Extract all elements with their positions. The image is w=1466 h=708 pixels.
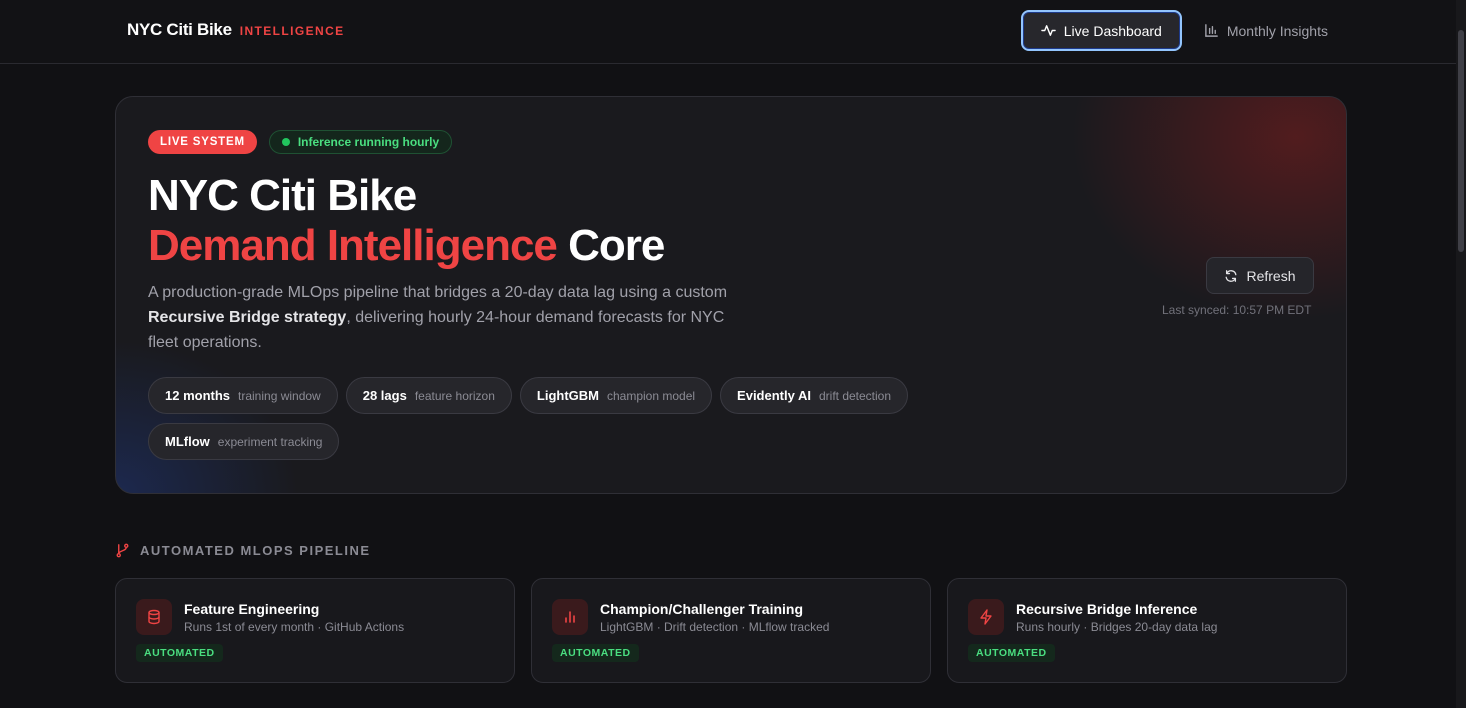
card-icon-box bbox=[968, 599, 1004, 635]
git-branch-icon bbox=[116, 543, 129, 558]
pipeline-heading-text: AUTOMATED MLOPS PIPELINE bbox=[140, 543, 371, 558]
nav-monthly-insights[interactable]: Monthly Insights bbox=[1186, 10, 1346, 51]
chip-caption: training window bbox=[238, 388, 321, 403]
brand-logo[interactable]: NYC Citi Bike INTELLIGENCE bbox=[127, 20, 345, 40]
chip-feature-horizon: 28 lags feature horizon bbox=[345, 377, 512, 414]
chip-caption: drift detection bbox=[818, 388, 892, 403]
hero-title-end: Core bbox=[568, 221, 665, 270]
pipeline-card-feature-engineering[interactable]: Feature Engineering Runs 1st of every mo… bbox=[115, 578, 515, 683]
card-subtitle: Runs 1st of every month · GitHub Actions bbox=[184, 620, 405, 634]
automated-badge: AUTOMATED bbox=[552, 644, 639, 662]
last-synced-text: Last synced: 10:57 PM EDT bbox=[1162, 303, 1312, 317]
nav-live-dashboard-label: Live Dashboard bbox=[1063, 22, 1162, 39]
hero-badges: LIVE SYSTEM Inference running hourly bbox=[148, 130, 453, 154]
card-icon-box bbox=[136, 599, 172, 635]
status-dot-icon bbox=[281, 138, 290, 146]
inference-status-text: Inference running hourly bbox=[297, 135, 440, 149]
chip-caption: experiment tracking bbox=[217, 434, 323, 449]
hero-title-accent: Demand Intelligence bbox=[148, 221, 558, 270]
bar-chart-icon bbox=[565, 611, 575, 623]
automated-badge: AUTOMATED bbox=[136, 644, 223, 662]
chip-experiment-tracking: MLflow experiment tracking bbox=[148, 423, 340, 460]
scrollbar-thumb[interactable] bbox=[1458, 30, 1464, 252]
hero-panel: LIVE SYSTEM Inference running hourly NYC… bbox=[115, 96, 1347, 494]
live-system-badge: LIVE SYSTEM bbox=[148, 130, 257, 154]
chip-value: LightGBM bbox=[536, 388, 599, 403]
pipeline-card-inference[interactable]: Recursive Bridge Inference Runs hourly ·… bbox=[947, 578, 1347, 683]
stat-chips: 12 months training window 28 lags featur… bbox=[148, 377, 968, 460]
automated-badge: AUTOMATED bbox=[968, 644, 1055, 662]
brand-name: NYC Citi Bike bbox=[127, 20, 232, 39]
lightning-icon bbox=[980, 609, 992, 625]
main-nav: Live Dashboard Monthly Insights bbox=[1020, 10, 1346, 51]
refresh-label: Refresh bbox=[1246, 267, 1296, 284]
card-title: Champion/Challenger Training bbox=[600, 601, 804, 617]
chip-value: Evidently AI bbox=[737, 388, 811, 403]
chip-value: MLflow bbox=[165, 434, 210, 449]
chip-value: 12 months bbox=[165, 388, 231, 403]
top-navbar: NYC Citi Bike INTELLIGENCE Live Dashboar… bbox=[0, 0, 1466, 64]
card-title: Feature Engineering bbox=[184, 601, 320, 617]
card-subtitle: LightGBM · Drift detection · MLflow trac… bbox=[600, 620, 830, 634]
refresh-button[interactable]: Refresh bbox=[1206, 257, 1314, 294]
chip-caption: feature horizon bbox=[414, 388, 495, 403]
hero-title-line1: NYC Citi Bike bbox=[148, 171, 417, 220]
pipeline-card-training[interactable]: Champion/Challenger Training LightGBM · … bbox=[531, 578, 931, 683]
nav-live-dashboard[interactable]: Live Dashboard bbox=[1020, 10, 1182, 51]
page-scrollbar[interactable] bbox=[1456, 0, 1466, 708]
card-title: Recursive Bridge Inference bbox=[1016, 601, 1198, 617]
hero-desc-part1: A production-grade MLOps pipeline that b… bbox=[148, 284, 728, 301]
pipeline-section-heading: AUTOMATED MLOPS PIPELINE bbox=[115, 543, 371, 558]
hero-desc-bold: Recursive Bridge strategy bbox=[148, 309, 347, 326]
chip-drift-detection: Evidently AI drift detection bbox=[720, 377, 909, 414]
database-icon bbox=[148, 609, 160, 625]
hero-description: A production-grade MLOps pipeline that b… bbox=[148, 280, 738, 355]
nav-monthly-insights-label: Monthly Insights bbox=[1226, 22, 1328, 39]
inference-status-badge: Inference running hourly bbox=[268, 130, 453, 154]
refresh-icon bbox=[1226, 269, 1237, 282]
activity-icon bbox=[1041, 25, 1056, 36]
chip-value: 28 lags bbox=[362, 388, 407, 403]
bar-chart-icon bbox=[1205, 24, 1218, 37]
hero-title: NYC Citi Bike Demand Intelligence Core bbox=[148, 171, 665, 271]
chip-training-window: 12 months training window bbox=[148, 377, 338, 414]
chip-caption: champion model bbox=[606, 388, 696, 403]
chip-champion-model: LightGBM champion model bbox=[519, 377, 713, 414]
card-icon-box bbox=[552, 599, 588, 635]
brand-tag: INTELLIGENCE bbox=[239, 24, 345, 38]
card-subtitle: Runs hourly · Bridges 20-day data lag bbox=[1016, 620, 1218, 634]
